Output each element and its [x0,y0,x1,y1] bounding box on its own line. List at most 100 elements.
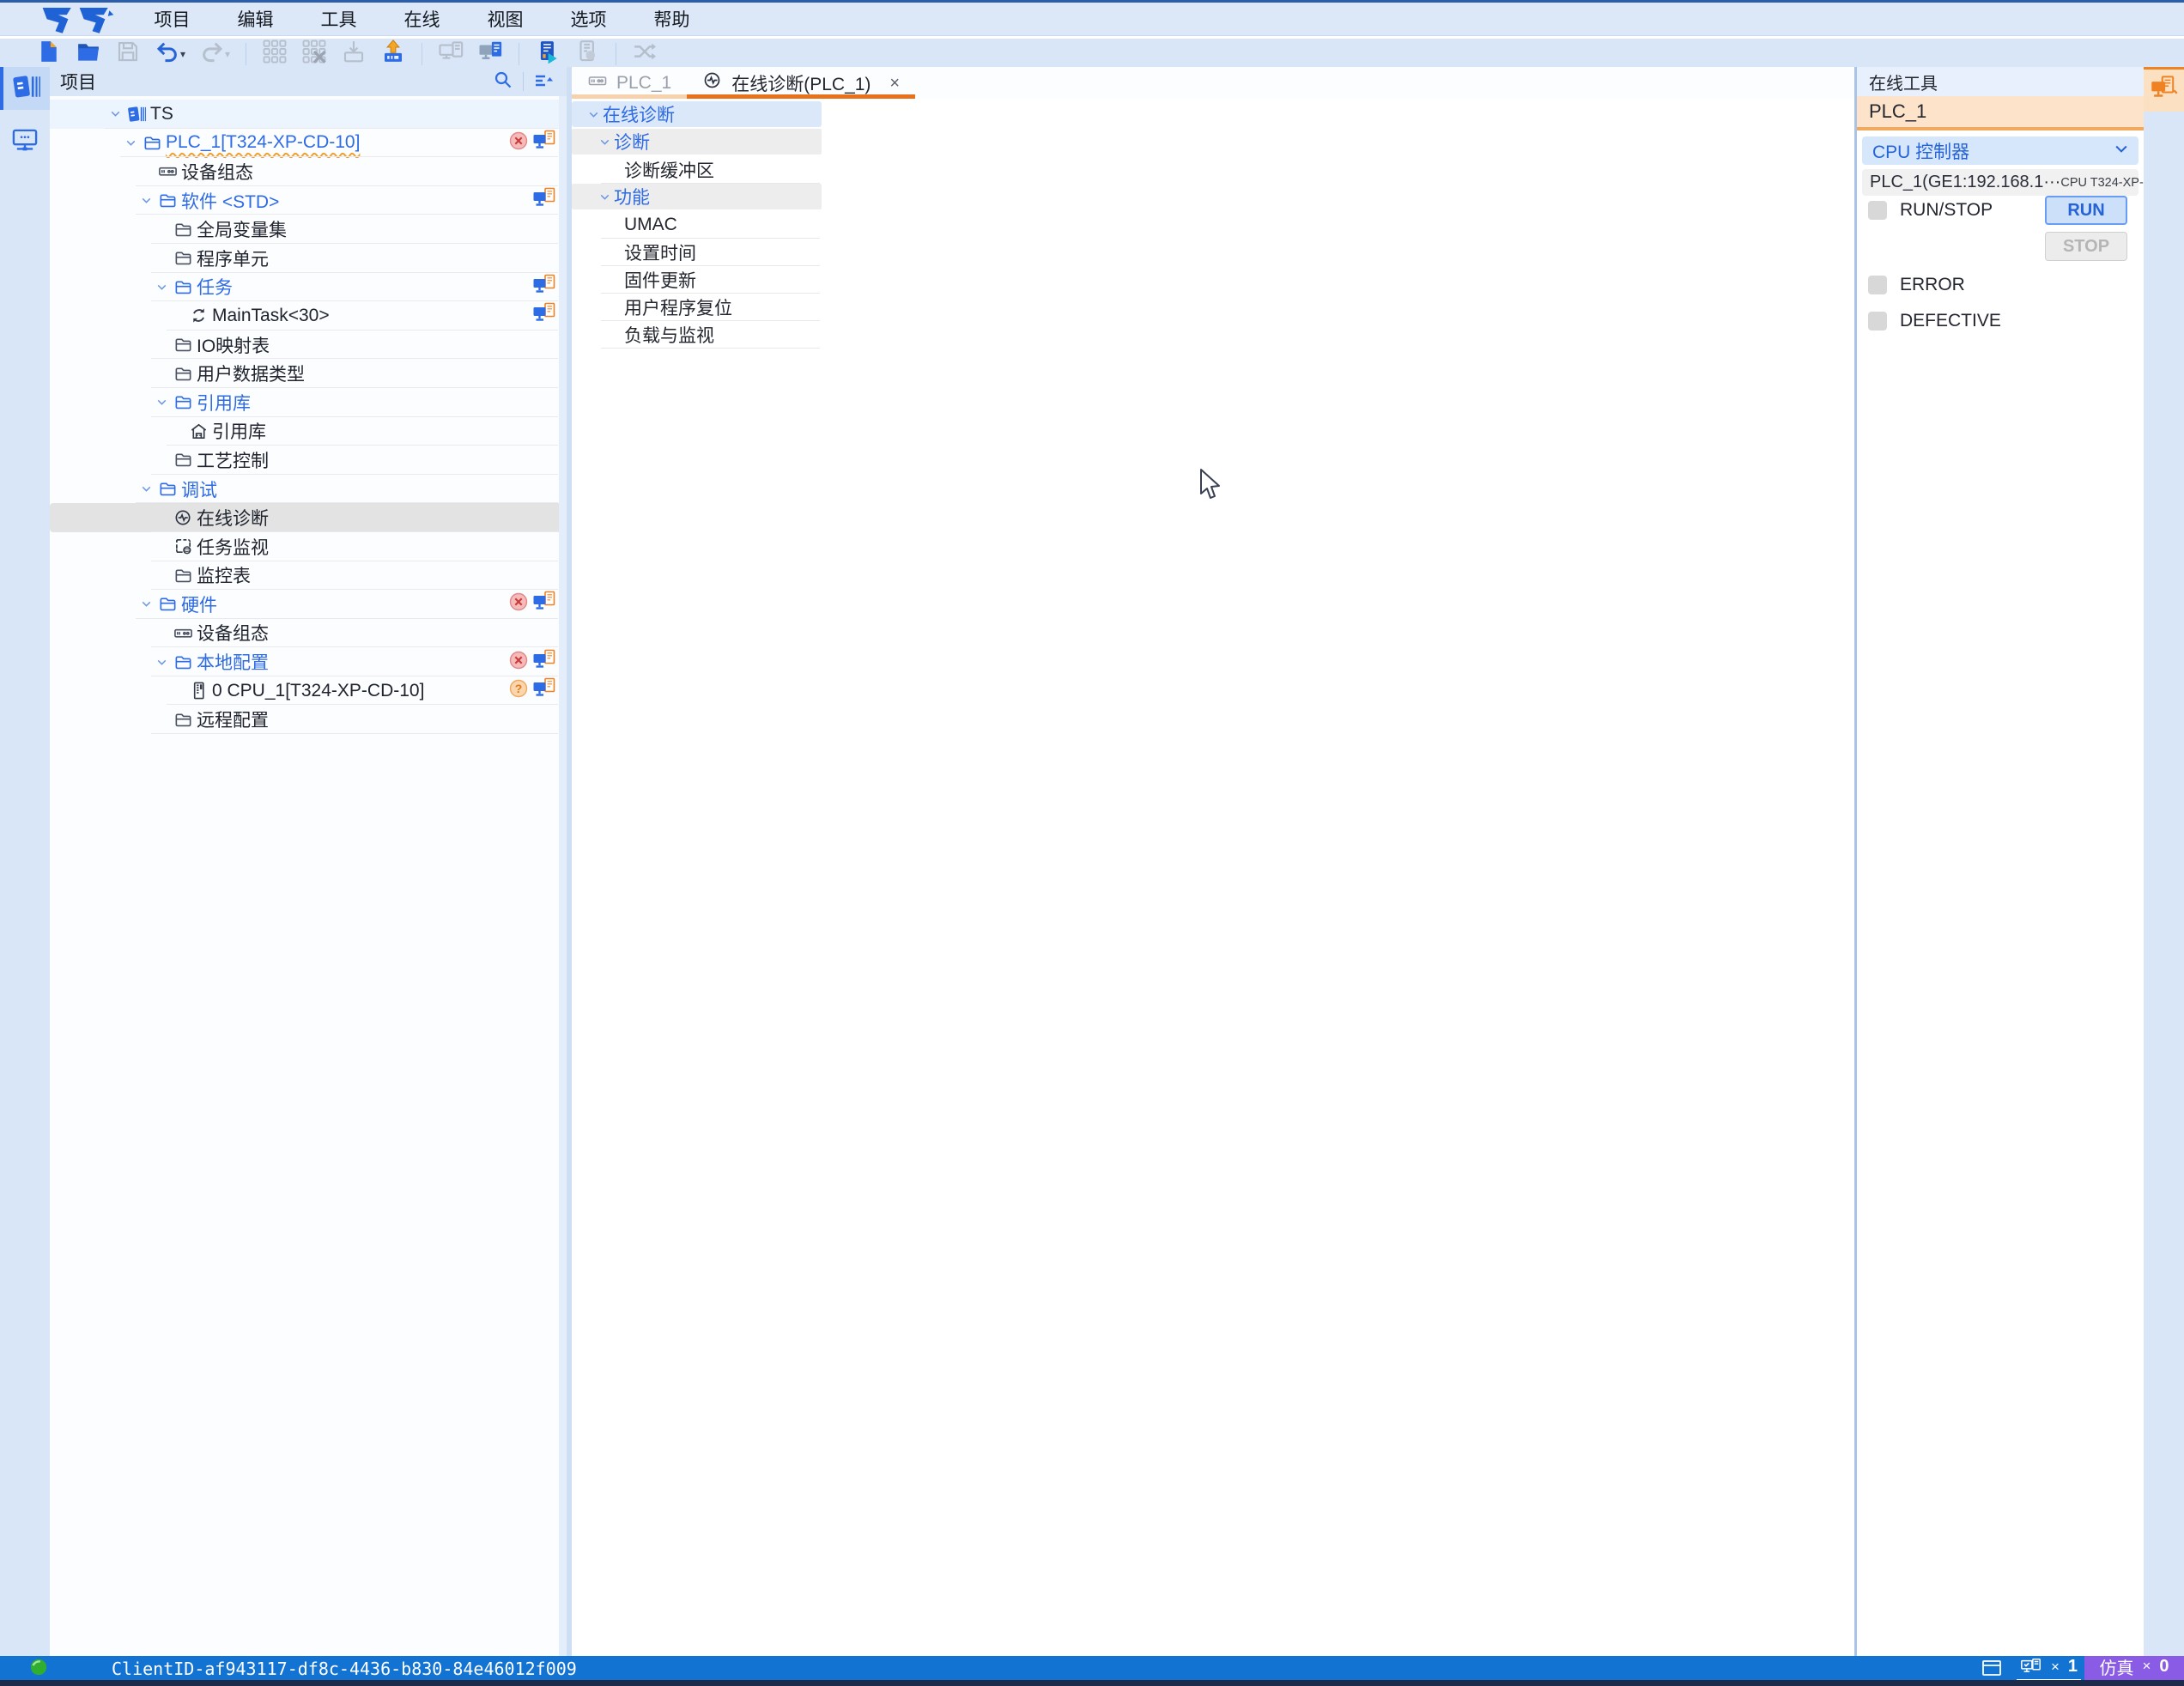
chevron-down-icon[interactable] [595,131,614,152]
connect-online-button[interactable] [470,40,510,68]
open-folder-button[interactable] [69,40,108,68]
chevron-down-icon[interactable] [151,392,172,413]
online-device-icon [2020,1657,2042,1677]
menu-help[interactable]: 帮助 [630,6,713,32]
tree-row-label: MainTask<30> [212,306,330,326]
nav-tree-row[interactable]: 功能 [572,184,822,209]
save-button[interactable] [108,40,148,68]
nav-tree-row[interactable]: 诊断缓冲区 [572,156,822,184]
tree-row[interactable]: 程序单元 [50,244,567,273]
online-tools-title: 在线工具 [1857,67,2144,96]
nav-tree-row-label: 在线诊断 [603,101,675,127]
online-tools-device-tab[interactable]: PLC_1 [1857,96,2144,130]
tree-row[interactable]: MainTask<30> [50,301,567,331]
run-button[interactable]: RUN [2045,196,2127,225]
svg-text:?: ? [515,682,523,695]
nav-tree-row[interactable]: 诊断 [572,129,822,155]
windows-layout-icon[interactable] [1981,1658,2003,1678]
tab-plc1[interactable]: PLC_1 [572,67,687,99]
tab-label: PLC_1 [616,73,671,94]
nav-tree-row[interactable]: 设置时间 [572,239,822,266]
tree-row[interactable]: 0 CPU_1[T324-XP-CD-10]? [50,676,567,706]
chevron-down-icon[interactable] [584,104,603,124]
chevron-down-icon[interactable] [120,132,141,153]
menu-edit[interactable]: 编辑 [214,6,297,32]
device-icon [587,70,616,95]
tree-row-label: 全局变量集 [197,216,287,242]
menu-bar: 项目 编辑 工具 在线 视图 选项 帮助 [0,0,2184,36]
times-symbol: × [2051,1659,2060,1676]
tree-row[interactable]: 任务 [50,273,567,302]
tree-row[interactable]: 软件 <STD> [50,186,567,215]
device-card-icon [574,39,600,69]
tree-row[interactable]: 调试 [50,475,567,504]
tree-row[interactable]: 设备组态 [50,157,567,186]
online-count: 1 [2068,1657,2078,1677]
tree-row[interactable]: 任务监视 [50,532,567,561]
cpu-controller-section-header[interactable]: CPU 控制器 [1862,136,2138,165]
project-tree-scrollbar[interactable] [559,96,567,1656]
tree-row[interactable]: 监控表 [50,561,567,591]
menu-options[interactable]: 选项 [547,6,630,32]
chevron-down-icon[interactable] [136,594,156,615]
grid-dots-delete-button[interactable] [294,40,334,68]
tree-row[interactable]: 工艺控制 [50,446,567,475]
tree-row[interactable]: 用户数据类型 [50,359,567,388]
menu-view[interactable]: 视图 [464,6,547,32]
tree-row[interactable]: 引用库 [50,388,567,417]
download-to-device-button[interactable] [528,40,567,68]
tree-row[interactable]: TS [50,100,567,129]
chevron-down-icon[interactable] [136,191,156,211]
menu-tools[interactable]: 工具 [297,6,380,32]
undo-dropdown-caret[interactable]: ▾ [180,48,192,60]
tree-row[interactable]: 全局变量集 [50,215,567,244]
tree-row[interactable]: IO映射表 [50,331,567,360]
tree-row[interactable]: 本地配置 [50,647,567,676]
online-connections-group[interactable]: × 1 [2017,1656,2081,1681]
tab-online-diagnostics[interactable]: 在线诊断(PLC_1) × [687,67,915,99]
project-explorer-button[interactable] [0,67,50,110]
tree-row[interactable]: 硬件 [50,590,567,619]
close-tab-icon[interactable]: × [889,75,900,92]
connection-row[interactable]: PLC_1(GE1:192.168.1··· CPU T324-XP-··· [1862,169,2138,196]
menu-items: 项目 编辑 工具 在线 视图 选项 帮助 [130,6,713,32]
nav-tree-row[interactable]: 用户程序复位 [572,294,822,321]
question-badge-icon: ? [508,678,529,703]
tree-row[interactable]: 引用库 [50,417,567,446]
chevron-down-icon[interactable] [105,104,125,124]
stop-button[interactable]: STOP [2045,232,2127,261]
library-icon [187,421,210,441]
nav-tree-row[interactable]: UMAC [572,211,822,239]
device-card-button[interactable] [567,40,607,68]
grid-dots-button[interactable] [255,40,294,68]
new-file-button[interactable] [29,40,69,68]
connect-offline-button[interactable] [431,40,470,68]
row-badges: ? [508,677,560,704]
menu-online[interactable]: 在线 [380,6,464,32]
menu-project[interactable]: 项目 [130,6,214,32]
collapse-all-button[interactable] [529,69,558,94]
download-io-button[interactable] [334,40,373,68]
nav-tree-row[interactable]: 负载与监视 [572,321,822,349]
chevron-down-icon[interactable] [151,276,172,297]
chevron-down-icon[interactable] [151,652,172,672]
tree-row[interactable]: 在线诊断 [50,503,567,532]
tree-row[interactable]: 远程配置 [50,705,567,734]
nav-tree-row[interactable]: 在线诊断 [572,101,822,127]
online-tools-rail-button[interactable] [2144,67,2184,112]
nav-tree-row-label: 固件更新 [624,267,696,293]
redo-dropdown-caret[interactable]: ▾ [225,48,237,60]
search-button[interactable] [488,69,518,94]
chevron-down-icon[interactable] [136,479,156,500]
right-tool-rail [2144,67,2184,1656]
network-view-button[interactable] [0,120,50,163]
tree-row[interactable]: 设备组态 [50,619,567,648]
nav-tree-row[interactable]: 固件更新 [572,266,822,294]
shuffle-button[interactable] [625,40,664,68]
run-stop-indicator-row: RUN/STOP [1868,200,1993,221]
tree-row[interactable]: PLC_1[T324-XP-CD-10] [50,129,567,158]
folder-icon [172,219,195,240]
upload-io-button[interactable] [373,40,413,68]
chevron-down-icon[interactable] [595,186,614,207]
simulation-status[interactable]: 仿真 × 0 [2084,1656,2184,1680]
